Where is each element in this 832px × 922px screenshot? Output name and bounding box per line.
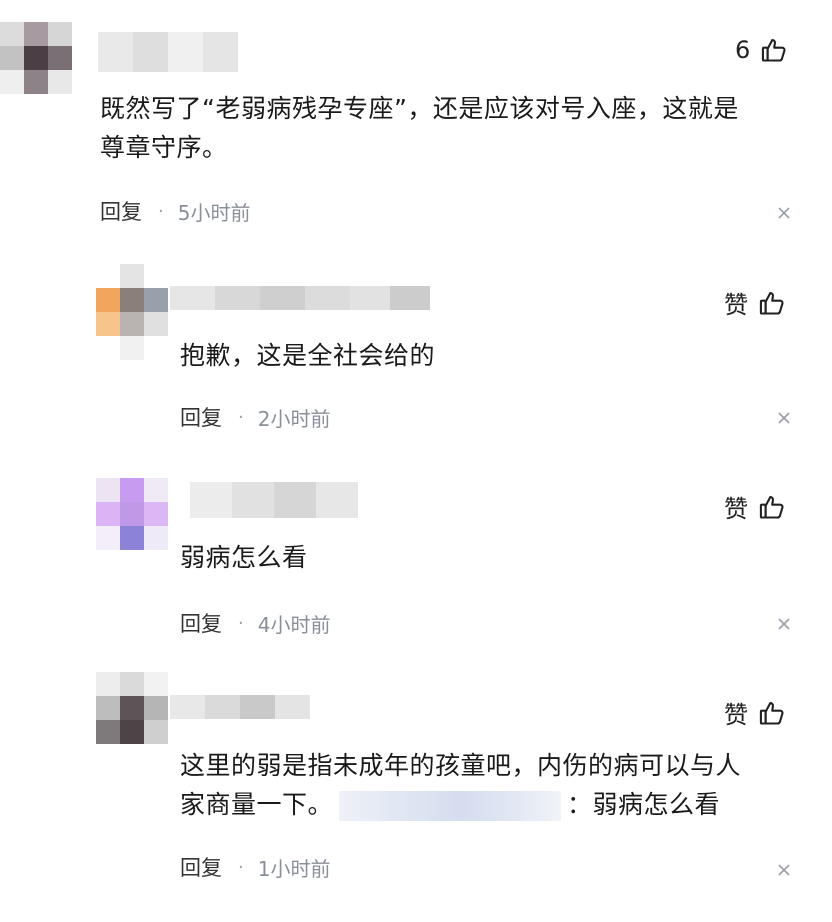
like-label: 赞: [724, 495, 748, 523]
reply-meta: 回复 · 2小时前: [180, 402, 330, 432]
reply-text: 这里的弱是指未成年的孩童吧，内伤的病可以与人 家商量一下。 ：弱病怎么看: [180, 751, 742, 821]
like-button[interactable]: 赞: [724, 695, 786, 730]
like-button[interactable]: 赞: [724, 285, 786, 320]
close-icon[interactable]: [776, 205, 792, 221]
reply-button[interactable]: 回复: [180, 608, 222, 638]
reply-button[interactable]: 回复: [180, 402, 222, 432]
mentioned-user-blurred[interactable]: [339, 791, 562, 821]
reply-text: 弱病怎么看: [180, 543, 308, 572]
comment-thread: 6 既然写了“老弱病残孕专座”，还是应该对号入座，这就是 尊章守序。 回复 · …: [0, 0, 832, 922]
separator-dot: ·: [158, 200, 164, 222]
avatar[interactable]: [96, 478, 168, 550]
comment-text: 既然写了“老弱病残孕专座”，还是应该对号入座，这就是 尊章守序。: [100, 94, 739, 162]
thumbs-up-icon: [758, 699, 786, 727]
reply-meta: 回复 · 1小时前: [180, 852, 330, 882]
avatar[interactable]: [96, 264, 168, 360]
close-icon[interactable]: [776, 410, 792, 426]
separator-dot: ·: [238, 612, 244, 634]
like-count: 6: [735, 36, 751, 64]
thumbs-up-icon: [760, 36, 788, 64]
like-button[interactable]: 赞: [724, 489, 786, 524]
reply-text: 抱歉，这是全社会给的: [180, 341, 436, 370]
username-blurred[interactable]: [98, 32, 238, 72]
close-icon[interactable]: [776, 862, 792, 878]
timestamp: 5小时前: [177, 200, 251, 225]
thumbs-up-icon: [758, 289, 786, 317]
like-label: 赞: [724, 701, 748, 729]
thumbs-up-icon: [758, 493, 786, 521]
username-blurred[interactable]: [170, 286, 430, 310]
like-label: 赞: [724, 291, 748, 319]
avatar[interactable]: [0, 22, 72, 94]
username-blurred[interactable]: [190, 482, 358, 518]
reply-meta: 回复 · 4小时前: [180, 608, 330, 638]
timestamp: 2小时前: [257, 406, 331, 431]
like-button[interactable]: 6: [735, 36, 788, 64]
reply-button[interactable]: 回复: [180, 852, 222, 882]
close-icon[interactable]: [776, 616, 792, 632]
avatar[interactable]: [96, 672, 168, 744]
reply-button[interactable]: 回复: [100, 196, 142, 226]
separator-dot: ·: [238, 406, 244, 428]
separator-dot: ·: [238, 856, 244, 878]
timestamp: 1小时前: [257, 856, 331, 881]
comment-meta: 回复 · 5小时前: [100, 196, 250, 226]
username-blurred[interactable]: [170, 695, 310, 719]
timestamp: 4小时前: [257, 612, 331, 637]
